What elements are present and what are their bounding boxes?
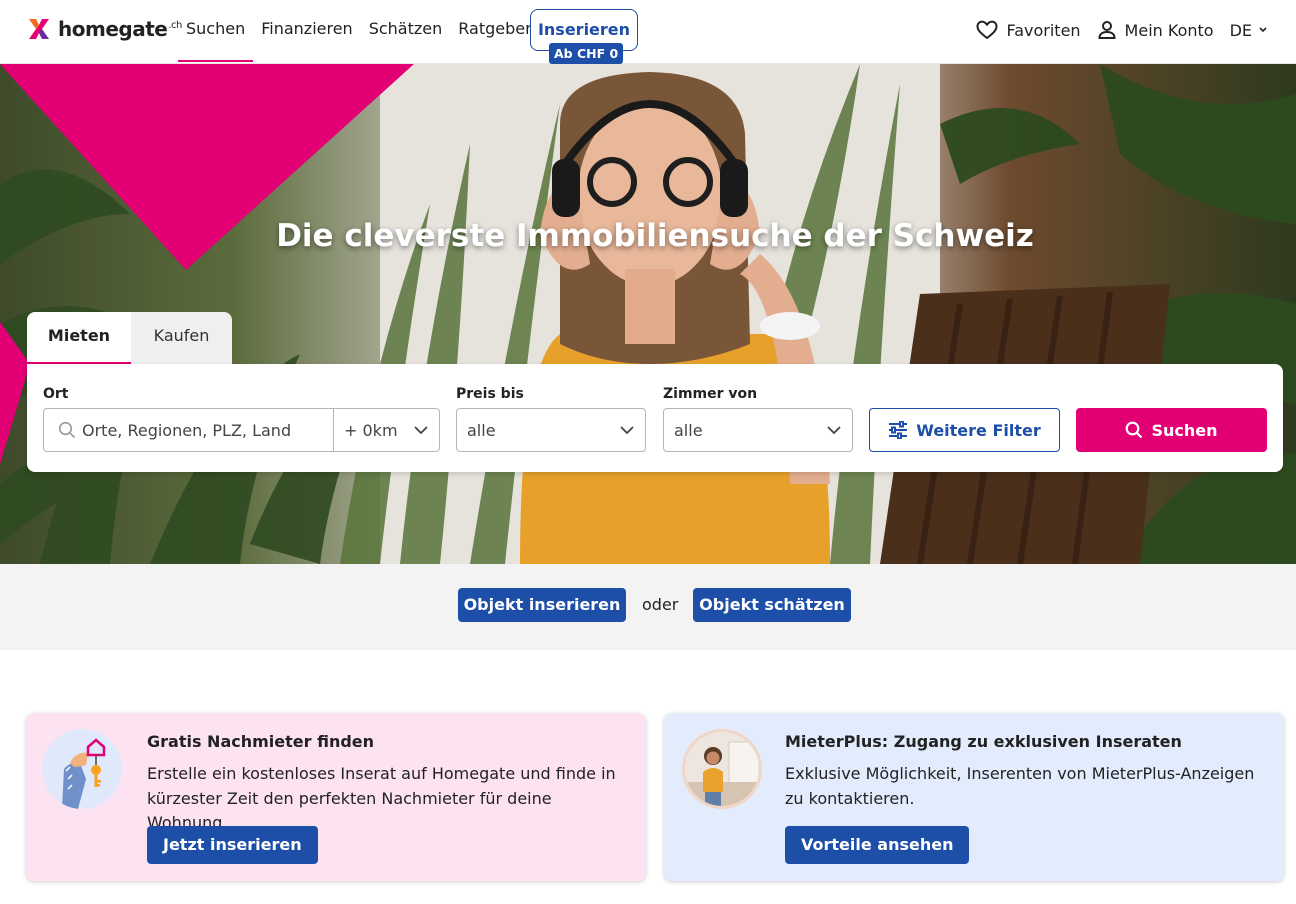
price-value: alle <box>467 420 496 440</box>
main-nav: Suchen Finanzieren Schätzen Ratgeber <box>178 0 540 64</box>
insert-now-button[interactable]: Jetzt inserieren <box>147 826 318 864</box>
cta-strip: Objekt inserieren oder Objekt schätzen <box>0 564 1296 650</box>
insert-object-button[interactable]: Objekt inserieren <box>458 588 626 622</box>
chevron-down-icon <box>414 426 428 435</box>
rooms-label: Zimmer von <box>663 386 758 402</box>
language-selector[interactable]: DE <box>1230 21 1268 40</box>
search-button[interactable]: Suchen <box>1076 408 1267 452</box>
tab-mieten[interactable]: Mieten <box>27 312 131 364</box>
search-icon <box>1126 421 1143 439</box>
nav-item-schaetzen[interactable]: Schätzen <box>361 0 451 62</box>
chevron-down-icon <box>827 426 841 435</box>
site-header: homegate.ch Suchen Finanzieren Schätzen … <box>0 0 1296 64</box>
sliders-icon <box>889 421 908 439</box>
mieterplus-photo <box>682 729 762 809</box>
more-filters-button[interactable]: Weitere Filter <box>869 408 1060 452</box>
homegate-logo[interactable]: homegate.ch <box>27 17 182 41</box>
logo-text: homegate.ch <box>58 17 182 41</box>
tab-kaufen[interactable]: Kaufen <box>131 312 232 364</box>
header-right-links: Favoriten Mein Konto DE <box>960 0 1268 60</box>
account-label: Mein Konto <box>1124 20 1214 40</box>
price-select[interactable]: alle <box>456 408 646 452</box>
logo-x-icon <box>29 19 49 39</box>
hero-title: Die cleverste Immobiliensuche der Schwei… <box>276 218 1034 254</box>
more-filters-label: Weitere Filter <box>916 420 1041 440</box>
favorites-label: Favoriten <box>1006 20 1081 40</box>
card-title: Gratis Nachmieter finden <box>147 732 375 751</box>
card-text: Exklusive Möglichkeit, Inserenten von Mi… <box>785 764 1255 808</box>
location-input[interactable]: Orte, Regionen, PLZ, Land <box>44 409 334 451</box>
successor-tenant-card: Gratis Nachmieter finden Erstelle ein ko… <box>26 713 646 881</box>
chevron-down-icon <box>1259 27 1267 33</box>
account-link[interactable]: Mein Konto <box>1097 20 1214 40</box>
location-label: Ort <box>43 386 69 402</box>
card-title: MieterPlus: Zugang zu exklusiven Inserat… <box>785 732 1182 751</box>
radius-select[interactable]: + 0km <box>334 409 439 451</box>
favorites-link[interactable]: Favoriten <box>976 20 1081 40</box>
estimate-object-button[interactable]: Objekt schätzen <box>693 588 851 622</box>
radius-value: + 0km <box>344 420 398 440</box>
nav-item-ratgeber[interactable]: Ratgeber <box>450 0 539 62</box>
location-placeholder: Orte, Regionen, PLZ, Land <box>82 420 292 440</box>
woman-photo-icon <box>685 732 759 806</box>
location-field: Orte, Regionen, PLZ, Land + 0km <box>43 408 440 452</box>
search-button-label: Suchen <box>1151 420 1218 440</box>
mieterplus-card: MieterPlus: Zugang zu exklusiven Inserat… <box>664 713 1284 881</box>
language-label: DE <box>1229 20 1252 40</box>
cta-or-text: oder <box>642 595 679 614</box>
heart-icon <box>976 20 998 40</box>
view-benefits-button[interactable]: Vorteile ansehen <box>785 826 970 864</box>
nav-item-suchen[interactable]: Suchen <box>178 0 254 62</box>
house-key-icon <box>42 729 122 809</box>
chevron-down-icon <box>620 426 634 435</box>
rooms-select[interactable]: alle <box>663 408 853 452</box>
search-panel: Ort Orte, Regionen, PLZ, Land + 0km Prei… <box>27 364 1283 472</box>
price-label: Preis bis <box>456 386 524 402</box>
card-text: Erstelle ein kostenloses Inserat auf Hom… <box>147 764 616 832</box>
rooms-value: alle <box>674 420 703 440</box>
user-icon <box>1098 21 1116 39</box>
keys-illustration <box>42 729 122 809</box>
insert-price-badge: Ab CHF 0 <box>549 43 624 64</box>
nav-item-finanzieren[interactable]: Finanzieren <box>253 0 360 62</box>
search-icon <box>58 421 76 439</box>
